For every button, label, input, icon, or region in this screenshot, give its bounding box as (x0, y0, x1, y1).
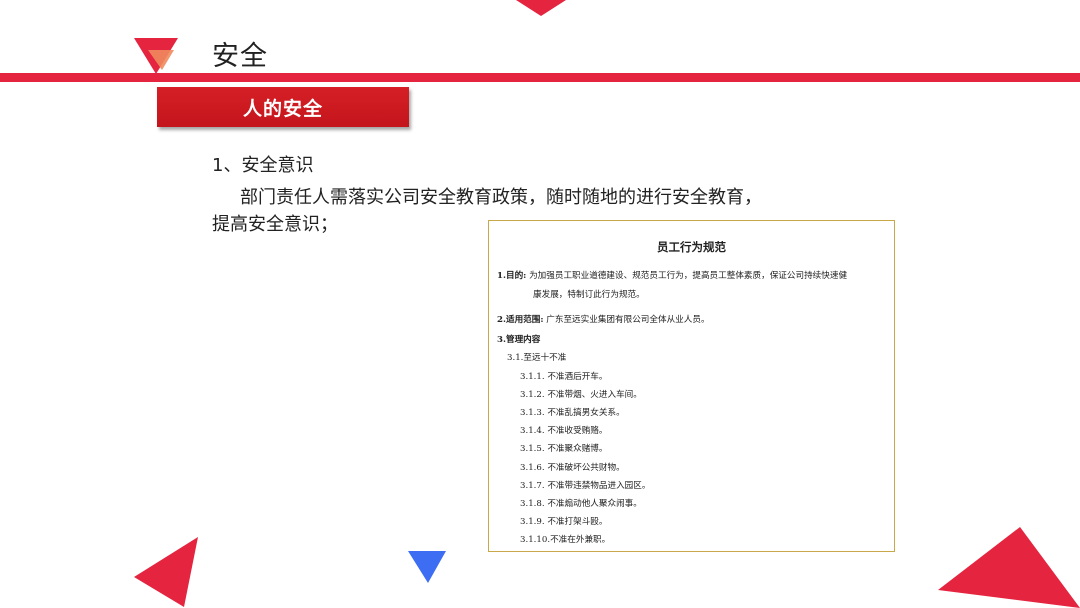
title-divider (0, 73, 1080, 82)
employee-code-document-image: 员工行为规范 1.目的: 为加强员工职业道德建设、规范员工行为，提高员工整体素质… (488, 220, 895, 552)
doc-section-2: 2.适用范围: 广东至远实业集团有限公司全体从业人员。 (497, 313, 710, 325)
doc-rule: 3.1.9. 不准打架斗殴。 (520, 517, 608, 527)
doc-rule: 3.1.8. 不准煽动他人聚众闹事。 (520, 499, 642, 509)
doc-section-3-label: 3.管理内容 (497, 335, 541, 345)
doc-rule: 3.1.1. 不准酒后开车。 (520, 372, 608, 382)
doc-section-2-label: 2.适用范围: (497, 315, 544, 325)
document-title: 员工行为规范 (657, 240, 726, 254)
doc-section-1-label: 1.目的: (497, 271, 527, 281)
section-banner: 人的安全 (157, 87, 409, 127)
bottom-center-blue-triangle (408, 551, 446, 583)
paragraph-line-2: 提高安全意识； (212, 214, 338, 235)
section-heading: 1、安全意识 (212, 155, 314, 176)
doc-rule: 3.1.2. 不准带烟、火进入车间。 (520, 390, 642, 400)
doc-rule: 3.1.6. 不准破坏公共财物。 (520, 463, 625, 473)
doc-section-3: 3.管理内容 (497, 333, 540, 345)
banner-label: 人的安全 (242, 97, 323, 120)
doc-rule: 3.1.3. 不准乱搞男女关系。 (520, 408, 625, 418)
doc-rule: 3.1.5. 不准聚众赌博。 (520, 444, 608, 454)
doc-subheading: 3.1.至远十不准 (507, 353, 567, 363)
title-triangle-icon (134, 38, 178, 74)
doc-rule: 3.1.7. 不准带违禁物品进入园区。 (520, 481, 651, 491)
doc-section-1-cont: 康发展，特制订此行为规范。 (533, 290, 645, 300)
doc-section-2-text: 广东至远实业集团有限公司全体从业人员。 (546, 315, 710, 325)
bottom-left-triangle (134, 537, 198, 607)
doc-section-1-text: 为加强员工职业道德建设、规范员工行为，提高员工整体素质，保证公司持续快速健 (529, 271, 848, 281)
slide-title: 安全 (212, 41, 268, 72)
doc-section-1: 1.目的: 为加强员工职业道德建设、规范员工行为，提高员工整体素质，保证公司持续… (497, 269, 847, 281)
doc-rule: 3.1.10.不准在外兼职。 (520, 535, 611, 545)
doc-rule: 3.1.4. 不准收受贿赂。 (520, 426, 608, 436)
paragraph-line-1: 部门责任人需落实公司安全教育政策，随时随地的进行安全教育， (240, 187, 762, 208)
top-center-triangle (516, 0, 566, 16)
bottom-right-triangle (938, 527, 1080, 608)
